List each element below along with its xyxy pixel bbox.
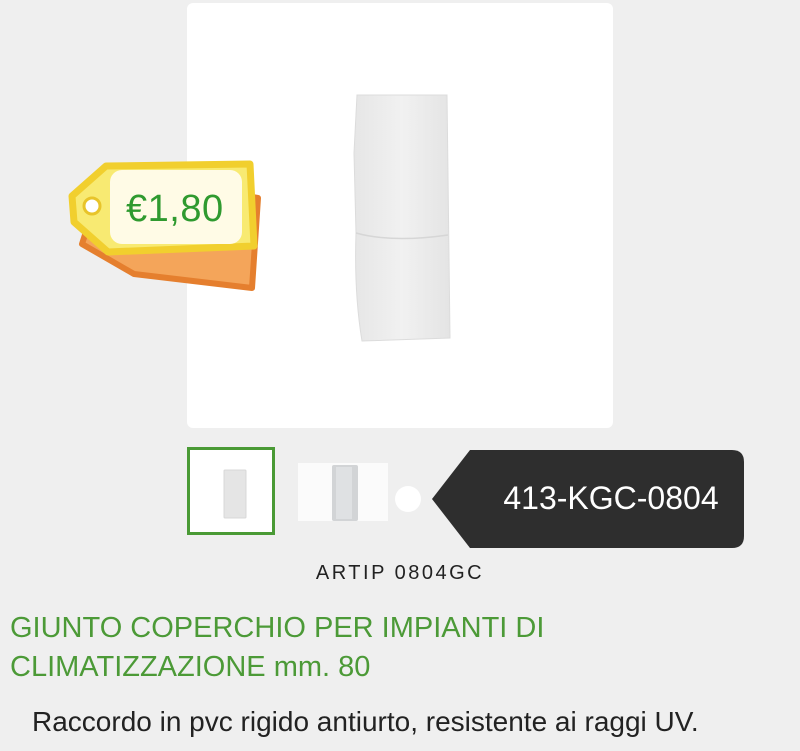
price-label: €1,80 — [126, 188, 224, 230]
product-description: Raccordo in pvc rigido antiurto, resiste… — [32, 706, 699, 737]
product-title: GIUNTO COPERCHIO PER IMPIANTI DI CLIMATI… — [10, 612, 545, 683]
thumbnail-2-image — [298, 463, 388, 521]
thumbnail-1[interactable] — [187, 447, 275, 535]
next-image-dot[interactable] — [395, 486, 421, 512]
thumbnail-2[interactable] — [298, 463, 388, 521]
thumbnail-1-image — [223, 469, 247, 519]
product-code: ARTIP 0804GC — [315, 562, 485, 584]
sku-code: 413-KGC-0804 — [503, 480, 719, 516]
product-photo — [353, 94, 451, 342]
